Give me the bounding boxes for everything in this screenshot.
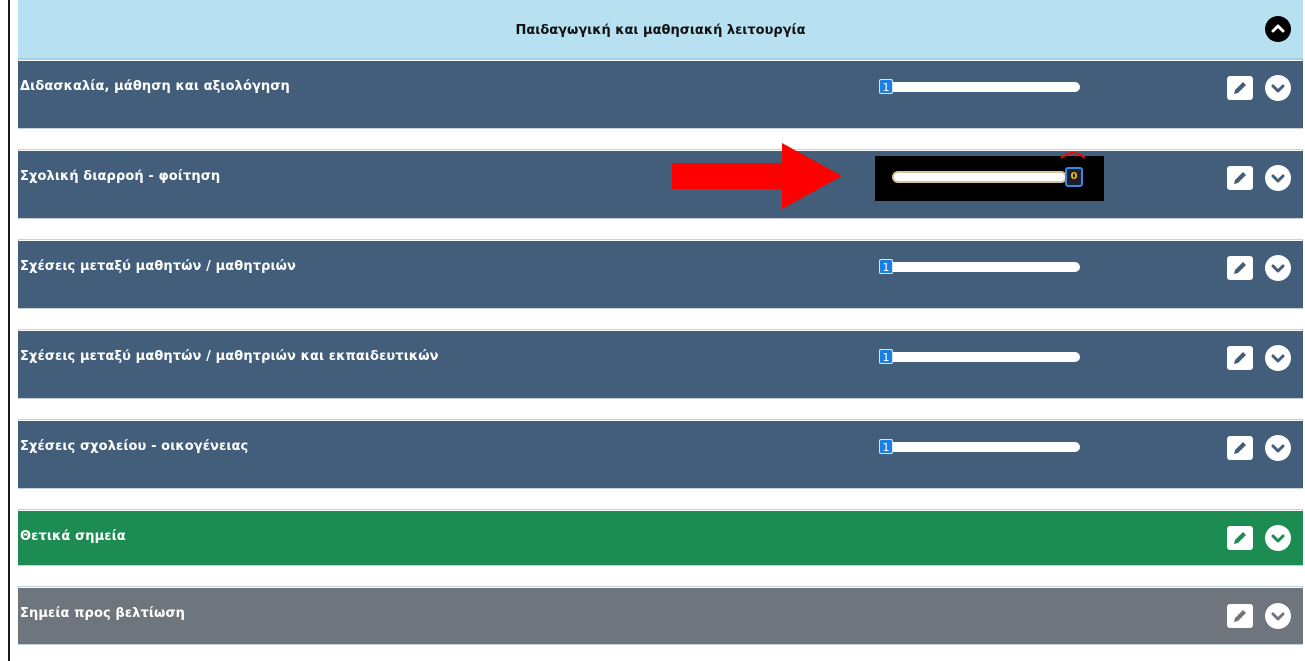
chevron-down-icon (1271, 354, 1285, 363)
section-spacer (18, 308, 1303, 330)
slider-track[interactable] (880, 442, 1080, 452)
slider-track[interactable] (880, 352, 1080, 362)
chevron-down-icon (1271, 534, 1285, 543)
slider-thumb[interactable]: 1 (879, 259, 893, 274)
annotation-arrow (672, 143, 842, 209)
section-strengths[interactable]: Θετικά σημεία (18, 511, 1303, 565)
section-label: Σημεία προς βελτίωση (20, 606, 186, 621)
chevron-down-icon (1271, 264, 1285, 273)
rating-slider[interactable]: 1 (879, 349, 1080, 364)
slider-track[interactable] (880, 82, 1080, 92)
section-school-dropout[interactable]: Σχολική διαρροή - φοίτηση (18, 151, 1303, 218)
page-title: Παιδαγωγική και μαθησιακή λειτουργία (515, 23, 806, 38)
edit-button[interactable] (1227, 526, 1253, 550)
slider-thumb[interactable]: 1 (879, 349, 893, 364)
section-spacer (18, 488, 1303, 510)
edit-button[interactable] (1227, 76, 1253, 100)
highlighted-slider[interactable]: 0 (875, 152, 1104, 201)
rating-slider[interactable]: 1 (879, 79, 1080, 94)
section-student-teacher-relations[interactable]: Σχέσεις μεταξύ μαθητών / μαθητριών και ε… (18, 331, 1303, 398)
expand-button[interactable] (1265, 345, 1291, 371)
section-spacer (18, 644, 1303, 661)
section-spacer (18, 128, 1303, 150)
expand-button[interactable] (1265, 525, 1291, 551)
section-label: Σχέσεις σχολείου - οικογένειας (20, 439, 249, 454)
edit-button[interactable] (1227, 346, 1253, 370)
slider-thumb[interactable]: 0 (1065, 167, 1083, 187)
chevron-down-icon (1271, 612, 1285, 621)
chevron-up-icon (1271, 24, 1285, 33)
pencil-icon (1234, 262, 1246, 274)
slider-track[interactable] (892, 171, 1067, 183)
section-improvements[interactable]: Σημεία προς βελτίωση (18, 588, 1303, 644)
chevron-down-icon (1271, 174, 1285, 183)
collapse-button[interactable] (1265, 16, 1291, 42)
section-label: Σχολική διαρροή - φοίτηση (20, 169, 221, 184)
expand-button[interactable] (1265, 603, 1291, 629)
pencil-icon (1234, 532, 1246, 544)
window-left-border (8, 0, 10, 661)
pencil-icon (1234, 352, 1246, 364)
red-mark-icon (1060, 152, 1086, 159)
expand-button[interactable] (1265, 75, 1291, 101)
rating-slider[interactable]: 1 (879, 259, 1080, 274)
edit-button[interactable] (1227, 604, 1253, 628)
expand-button[interactable] (1265, 255, 1291, 281)
accordion-header[interactable]: Παιδαγωγική και μαθησιακή λειτουργία (18, 0, 1303, 60)
section-spacer (18, 398, 1303, 420)
expand-button[interactable] (1265, 165, 1291, 191)
section-school-family-relations[interactable]: Σχέσεις σχολείου - οικογένειας 1 (18, 421, 1303, 488)
section-spacer (18, 565, 1303, 587)
slider-thumb[interactable]: 1 (879, 79, 893, 94)
chevron-down-icon (1271, 444, 1285, 453)
section-label: Σχέσεις μεταξύ μαθητών / μαθητριών (20, 259, 297, 274)
edit-button[interactable] (1227, 256, 1253, 280)
section-label: Διδασκαλία, μάθηση και αξιολόγηση (20, 79, 290, 94)
section-spacer (18, 218, 1303, 240)
section-student-relations[interactable]: Σχέσεις μεταξύ μαθητών / μαθητριών 1 (18, 241, 1303, 308)
edit-button[interactable] (1227, 436, 1253, 460)
expand-button[interactable] (1265, 435, 1291, 461)
section-label: Θετικά σημεία (20, 529, 126, 544)
section-label: Σχέσεις μεταξύ μαθητών / μαθητριών και ε… (20, 349, 439, 364)
pencil-icon (1234, 442, 1246, 454)
pencil-icon (1234, 172, 1246, 184)
chevron-down-icon (1271, 84, 1285, 93)
slider-thumb[interactable]: 1 (879, 439, 893, 454)
section-teaching-learning[interactable]: Διδασκαλία, μάθηση και αξιολόγηση 1 (18, 61, 1303, 128)
edit-button[interactable] (1227, 166, 1253, 190)
pencil-icon (1234, 82, 1246, 94)
slider-track[interactable] (880, 262, 1080, 272)
pencil-icon (1234, 610, 1246, 622)
rating-slider[interactable]: 1 (879, 439, 1080, 454)
